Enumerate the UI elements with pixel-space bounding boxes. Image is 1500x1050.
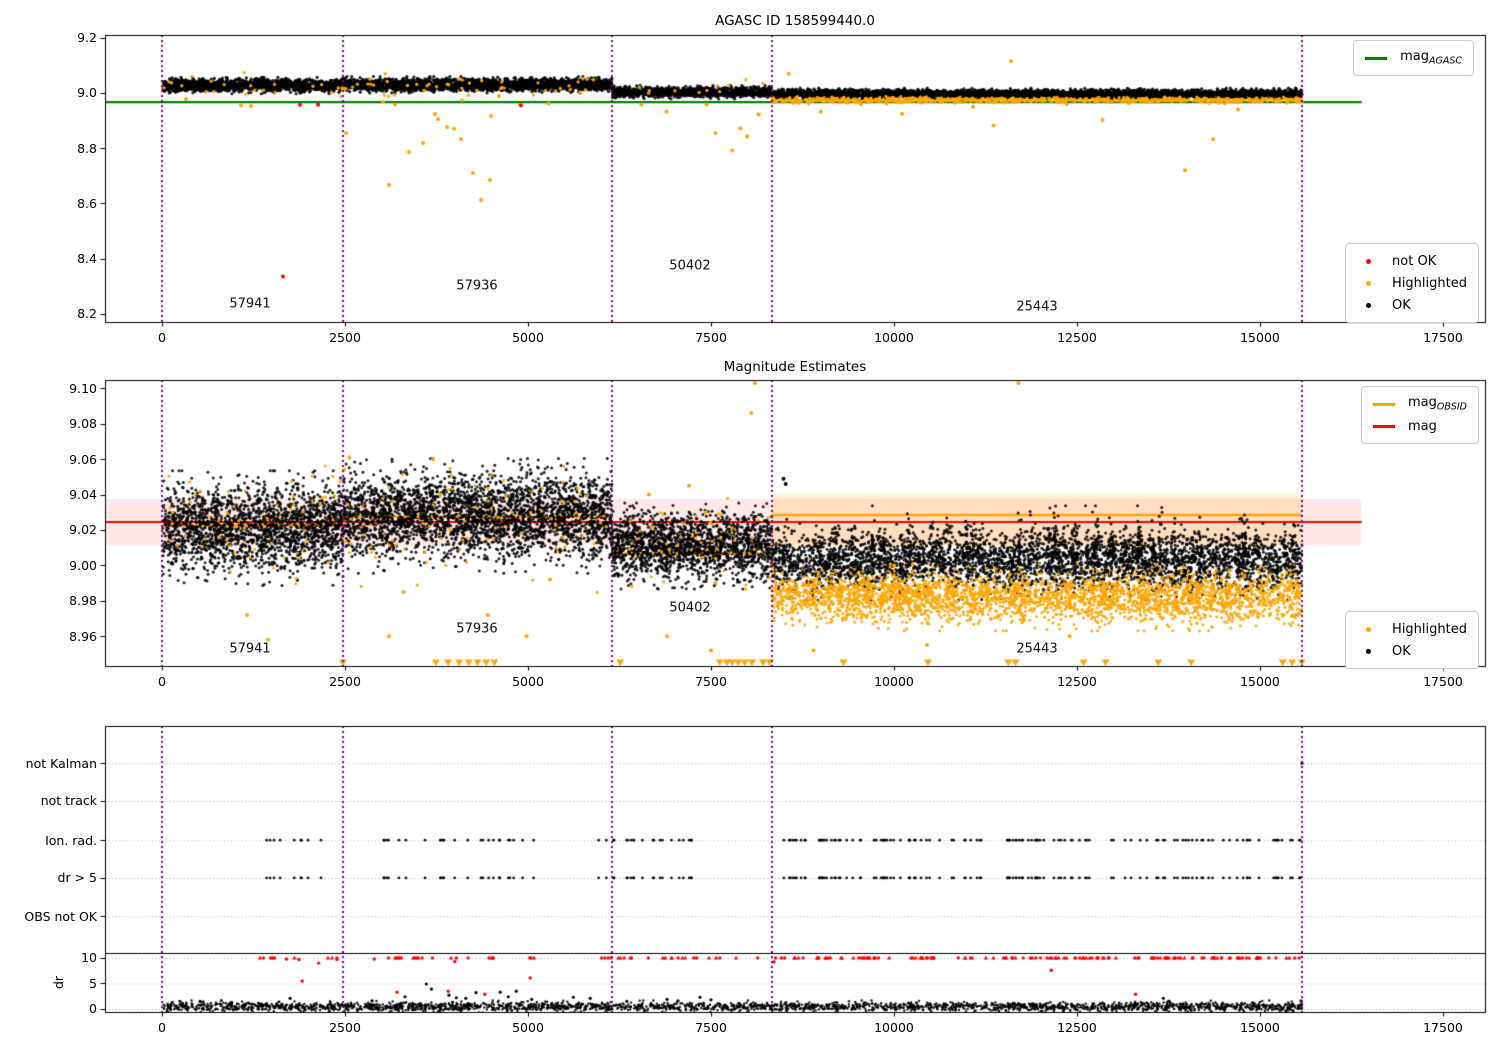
p3-row-label: not track bbox=[40, 793, 97, 809]
p2-xtick-2500: 2500 bbox=[329, 674, 361, 689]
p1-xtick-17500: 17500 bbox=[1423, 330, 1463, 345]
p3-xtick-5000: 5000 bbox=[512, 1020, 544, 1035]
p2-ytick-8.98: 8.98 bbox=[69, 593, 97, 609]
legend-dot-swatch bbox=[1366, 302, 1372, 308]
p1-xtick-7500: 7500 bbox=[695, 330, 727, 345]
p3-ytick-10: 10 bbox=[81, 950, 97, 966]
legend-label: OK bbox=[1392, 643, 1411, 659]
p2-ytick-9.00: 9.00 bbox=[69, 557, 97, 573]
obsid-annotation-50402: 50402 bbox=[669, 258, 711, 274]
plot2-title: Magnitude Estimates bbox=[723, 359, 867, 375]
p1-ytick-9.2: 9.2 bbox=[77, 30, 97, 46]
legend-label: magOBSID bbox=[1407, 395, 1467, 413]
p1-xtick-2500: 2500 bbox=[329, 330, 361, 345]
p3-xtick-7500: 7500 bbox=[695, 1020, 727, 1035]
legend-line-swatch bbox=[1372, 402, 1395, 406]
p1-ytick-9.0: 9.0 bbox=[77, 85, 97, 101]
legend-item: Highlighted bbox=[1357, 618, 1467, 640]
p2-legend-0: magOBSID mag bbox=[1360, 386, 1479, 444]
figure: AGASC ID 158599440.0 Magnitude Estimates… bbox=[0, 0, 1500, 1050]
p3-ytick-5: 5 bbox=[89, 975, 97, 991]
p2-ytick-9.02: 9.02 bbox=[69, 522, 97, 538]
legend-label: Highlighted bbox=[1392, 275, 1467, 291]
legend-dot-swatch bbox=[1366, 626, 1372, 632]
legend-item: mag bbox=[1372, 415, 1467, 437]
p1-legend-0: magAGASC bbox=[1353, 40, 1474, 76]
p3-row-label: Ion. rad. bbox=[45, 832, 97, 848]
legend-item: magAGASC bbox=[1365, 47, 1462, 69]
p2-ytick-8.96: 8.96 bbox=[69, 628, 97, 644]
p1-ytick-8.2: 8.2 bbox=[77, 306, 97, 322]
legend-line-swatch bbox=[1372, 424, 1395, 428]
legend-label-subscript: OBSID bbox=[1436, 401, 1467, 413]
p2-legend-1: Highlighted OK bbox=[1345, 611, 1479, 669]
p3-xtick-0: 0 bbox=[158, 1020, 166, 1035]
p2-xtick-0: 0 bbox=[158, 674, 166, 689]
p3-ytick-0: 0 bbox=[89, 1001, 97, 1017]
p2-ytick-9.04: 9.04 bbox=[69, 487, 97, 503]
obsid-annotation-57941: 57941 bbox=[229, 296, 271, 312]
p2-ytick-9.10: 9.10 bbox=[69, 380, 97, 396]
legend-item: magOBSID bbox=[1372, 393, 1467, 415]
legend-label: Highlighted bbox=[1392, 621, 1467, 637]
legend-label-subscript: AGASC bbox=[1428, 55, 1462, 67]
p1-xtick-5000: 5000 bbox=[512, 330, 544, 345]
p2-xtick-10000: 10000 bbox=[874, 674, 914, 689]
p2-xtick-5000: 5000 bbox=[512, 674, 544, 689]
p3-xtick-2500: 2500 bbox=[329, 1020, 361, 1035]
p2-xtick-17500: 17500 bbox=[1423, 674, 1463, 689]
legend-item: Highlighted bbox=[1357, 272, 1467, 294]
p2-ytick-9.06: 9.06 bbox=[69, 451, 97, 467]
legend-label: mag bbox=[1407, 418, 1437, 434]
p2-xtick-7500: 7500 bbox=[695, 674, 727, 689]
plots-canvas bbox=[0, 0, 1500, 1050]
p1-xtick-0: 0 bbox=[158, 330, 166, 345]
obsid-annotation-50402: 50402 bbox=[669, 600, 711, 616]
p1-legend-1: not OK Highlighted OK bbox=[1345, 243, 1479, 323]
p1-xtick-12500: 12500 bbox=[1057, 330, 1097, 345]
p2-xtick-12500: 12500 bbox=[1057, 674, 1097, 689]
p1-ytick-8.6: 8.6 bbox=[77, 195, 97, 211]
legend-label: OK bbox=[1392, 297, 1411, 313]
p1-ytick-8.8: 8.8 bbox=[77, 140, 97, 156]
p3-ylabel: dr bbox=[51, 976, 67, 990]
p3-xtick-12500: 12500 bbox=[1057, 1020, 1097, 1035]
legend-item: OK bbox=[1357, 640, 1467, 662]
p1-xtick-15000: 15000 bbox=[1240, 330, 1280, 345]
legend-dot-swatch bbox=[1366, 280, 1372, 286]
legend-label: magAGASC bbox=[1400, 49, 1462, 67]
legend-line-swatch bbox=[1365, 56, 1388, 60]
p3-xtick-15000: 15000 bbox=[1240, 1020, 1280, 1035]
p3-row-label: dr > 5 bbox=[57, 870, 97, 886]
p2-ytick-9.08: 9.08 bbox=[69, 416, 97, 432]
legend-item: OK bbox=[1357, 294, 1467, 316]
legend-dot-swatch bbox=[1366, 648, 1372, 654]
p1-ytick-8.4: 8.4 bbox=[77, 251, 97, 267]
p3-xtick-17500: 17500 bbox=[1423, 1020, 1463, 1035]
p2-xtick-15000: 15000 bbox=[1240, 674, 1280, 689]
legend-label: not OK bbox=[1392, 253, 1437, 269]
legend-dot-swatch bbox=[1366, 258, 1372, 264]
plot1-title: AGASC ID 158599440.0 bbox=[715, 13, 875, 29]
obsid-annotation-57936: 57936 bbox=[456, 621, 498, 637]
obsid-annotation-25443: 25443 bbox=[1016, 641, 1058, 657]
obsid-annotation-25443: 25443 bbox=[1016, 299, 1058, 315]
obsid-annotation-57936: 57936 bbox=[456, 278, 498, 294]
legend-item: not OK bbox=[1357, 250, 1467, 272]
p3-row-label: not Kalman bbox=[25, 755, 97, 771]
p1-xtick-10000: 10000 bbox=[874, 330, 914, 345]
p3-row-label: OBS not OK bbox=[24, 908, 97, 924]
p3-xtick-10000: 10000 bbox=[874, 1020, 914, 1035]
obsid-annotation-57941: 57941 bbox=[229, 641, 271, 657]
